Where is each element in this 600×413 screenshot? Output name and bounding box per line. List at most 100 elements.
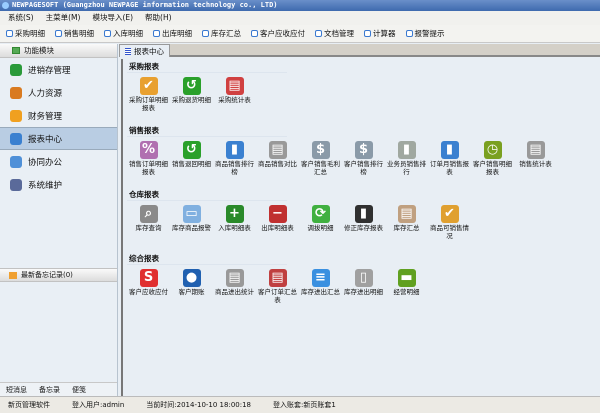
toolbar-button[interactable]: 出库明细 bbox=[153, 28, 192, 39]
report-icon: ✔ bbox=[440, 205, 459, 223]
report-label: 业务员销售排行 bbox=[387, 160, 426, 176]
report-item[interactable]: ▮ 业务员销售排行 bbox=[385, 141, 428, 187]
checkbox-icon bbox=[153, 30, 160, 37]
report-icon: ▤ bbox=[225, 77, 244, 95]
report-item[interactable]: ▤ 采购统计表 bbox=[213, 77, 256, 123]
toolbar-label: 入库明细 bbox=[113, 29, 143, 38]
report-item[interactable]: ▭ 库存商品报警 bbox=[170, 205, 213, 251]
bottom-tab[interactable]: 备忘录 bbox=[39, 383, 60, 396]
report-item[interactable]: ▮ 修正库存报表 bbox=[342, 205, 385, 251]
report-icon: ▮ bbox=[440, 141, 459, 159]
sidebar-item[interactable]: 财务管理 bbox=[0, 104, 117, 127]
function-module-header[interactable]: 功能模块 bbox=[0, 44, 117, 58]
toolbar-button[interactable]: 销售明细 bbox=[55, 28, 94, 39]
menu-item[interactable]: 帮助(H) bbox=[145, 11, 172, 25]
bottom-tab[interactable]: 短消息 bbox=[6, 383, 27, 396]
report-icon: ▬ bbox=[397, 269, 416, 287]
report-item[interactable]: ● 客户期账 bbox=[170, 269, 213, 315]
toolbar-button[interactable]: 报警提示 bbox=[405, 28, 445, 39]
sidebar-item[interactable]: 人力资源 bbox=[0, 81, 117, 104]
checkbox-icon bbox=[104, 30, 111, 37]
menu-item[interactable]: 主菜单(M) bbox=[46, 11, 81, 25]
status-field: 登入账套:新页账套1 bbox=[273, 401, 336, 409]
bottom-tab[interactable]: 便笺 bbox=[72, 383, 86, 396]
status-field: 当前时间:2014-10-10 18:00:18 bbox=[146, 401, 251, 409]
report-item[interactable]: ⟳ 调拔明细 bbox=[299, 205, 342, 251]
toolbar-button[interactable]: 客户应收应付 bbox=[251, 28, 305, 39]
toolbar-button[interactable]: 文档管理 bbox=[315, 28, 354, 39]
report-item[interactable]: % 销售订单明细报表 bbox=[127, 141, 170, 187]
report-item[interactable]: ▬ 经营明细 bbox=[385, 269, 428, 315]
report-item[interactable]: − 出库明细表 bbox=[256, 205, 299, 251]
sidebar-item[interactable]: 报表中心 bbox=[0, 127, 117, 150]
module-icon bbox=[10, 109, 22, 122]
module-icon bbox=[10, 132, 22, 145]
toolbar-button[interactable]: 采购明细 bbox=[6, 28, 45, 39]
report-label: 入库明细表 bbox=[218, 224, 251, 232]
report-item[interactable]: ↺ 销售退回明细 bbox=[170, 141, 213, 187]
toolbar-button[interactable]: 计算器 bbox=[364, 28, 396, 39]
report-label: 库存汇总 bbox=[393, 224, 420, 232]
report-item[interactable]: ◷ 客户销售明细报表 bbox=[471, 141, 514, 187]
report-icon: ▯ bbox=[354, 269, 373, 287]
sidebar-item[interactable]: 协同办公 bbox=[0, 150, 117, 173]
status-field: 新页管理软件 bbox=[8, 401, 50, 409]
toolbar-label: 报警提示 bbox=[414, 29, 445, 38]
report-label: 经营明细 bbox=[393, 288, 420, 296]
report-icon: ● bbox=[182, 269, 201, 287]
report-item[interactable]: $ 客户销售毛利汇总 bbox=[299, 141, 342, 187]
tab-report-center[interactable]: 报表中心 bbox=[119, 44, 170, 57]
report-item[interactable]: ≡ 库存进出汇总 bbox=[299, 269, 342, 315]
report-icon: ▭ bbox=[182, 205, 201, 223]
report-item[interactable]: ▮ 订单月销售报表 bbox=[428, 141, 471, 187]
toolbar-button[interactable]: 库存汇总 bbox=[202, 28, 241, 39]
report-item[interactable]: ▤ 销售统计表 bbox=[514, 141, 557, 187]
report-icon: ⌕ bbox=[139, 205, 158, 223]
report-icon: ◷ bbox=[483, 141, 502, 159]
menu-bar: 系统(S) 主菜单(M) 模块导入(E) 帮助(H) bbox=[0, 11, 600, 25]
report-section: 仓库报表 ⌕ 库存查询 ▭ 库存商品报警 + 入库明细表 − 出库明细表 ⟳ 调拔明细 ▮ 修正库存报表… bbox=[127, 189, 600, 251]
checkbox-icon bbox=[251, 30, 258, 37]
sidebar-item[interactable]: 系统维护 bbox=[0, 173, 117, 196]
report-label: 商品可销售情况 bbox=[430, 224, 469, 240]
report-item[interactable]: $ 客户销售排行榜 bbox=[342, 141, 385, 187]
window-title: NEWPAGESOFT (Guangzhou NEWPAGE informati… bbox=[12, 1, 278, 9]
main-area: 报表中心 采购报表 ✔ 采购订单明细报表 ↺ 采购退货明细 ▤ 采购统计表 销售报表% 销售订单… bbox=[119, 44, 600, 396]
checkbox-icon bbox=[202, 30, 209, 37]
report-item[interactable]: ✔ 采购订单明细报表 bbox=[127, 77, 170, 123]
report-item[interactable]: + 入库明细表 bbox=[213, 205, 256, 251]
section-title: 仓库报表 bbox=[127, 189, 287, 201]
report-item[interactable]: ▮ 商品销售排行榜 bbox=[213, 141, 256, 187]
menu-item[interactable]: 模块导入(E) bbox=[92, 11, 133, 25]
report-item[interactable]: S 客户应收应付 bbox=[127, 269, 170, 315]
report-icon: ▤ bbox=[268, 141, 287, 159]
report-item[interactable]: ▤ 库存汇总 bbox=[385, 205, 428, 251]
report-icon: ▮ bbox=[225, 141, 244, 159]
report-label: 客户应收应付 bbox=[129, 288, 168, 296]
memo-label: 最新备忘记录(0) bbox=[21, 271, 73, 279]
module-icon bbox=[10, 63, 22, 76]
title-bar: NEWPAGESOFT (Guangzhou NEWPAGE informati… bbox=[0, 0, 600, 11]
menu-item[interactable]: 系统(S) bbox=[8, 11, 34, 25]
toolbar-button[interactable]: 入库明细 bbox=[104, 28, 143, 39]
status-bar: 新页管理软件 登入用户:admin 当前时间:2014-10-10 18:00:18… bbox=[0, 396, 600, 413]
toolbar-label: 库存汇总 bbox=[211, 29, 241, 38]
app-logo-icon bbox=[2, 2, 9, 9]
header-label: 功能模块 bbox=[24, 46, 54, 55]
report-label: 客户订单汇总表 bbox=[258, 288, 297, 304]
sidebar-item[interactable]: 进销存管理 bbox=[0, 58, 117, 81]
toolbar: 采购明细 销售明细 入库明细 出库明细 库存汇总 客户应收应付 文档管理 计算器 报警提示 bbox=[0, 25, 600, 43]
report-item[interactable]: ▤ 商品进出统计 bbox=[213, 269, 256, 315]
report-item[interactable]: ▯ 库存进出明细 bbox=[342, 269, 385, 315]
sidebar-item-label: 报表中心 bbox=[28, 134, 63, 145]
report-item[interactable]: ⌕ 库存查询 bbox=[127, 205, 170, 251]
toolbar-label: 客户应收应付 bbox=[260, 29, 305, 38]
module-icon bbox=[10, 155, 22, 168]
section-items: ⌕ 库存查询 ▭ 库存商品报警 + 入库明细表 − 出库明细表 ⟳ 调拔明细 ▮ 修正库存报表 ▤ 库存汇… bbox=[127, 201, 600, 251]
report-item[interactable]: ✔ 商品可销售情况 bbox=[428, 205, 471, 251]
report-item[interactable]: ↺ 采购退货明细 bbox=[170, 77, 213, 123]
memo-records-header[interactable]: 最新备忘记录(0) bbox=[0, 268, 117, 282]
report-item[interactable]: ▤ 商品销售对比 bbox=[256, 141, 299, 187]
report-item[interactable]: ▤ 客户订单汇总表 bbox=[256, 269, 299, 315]
report-icon: ▤ bbox=[225, 269, 244, 287]
